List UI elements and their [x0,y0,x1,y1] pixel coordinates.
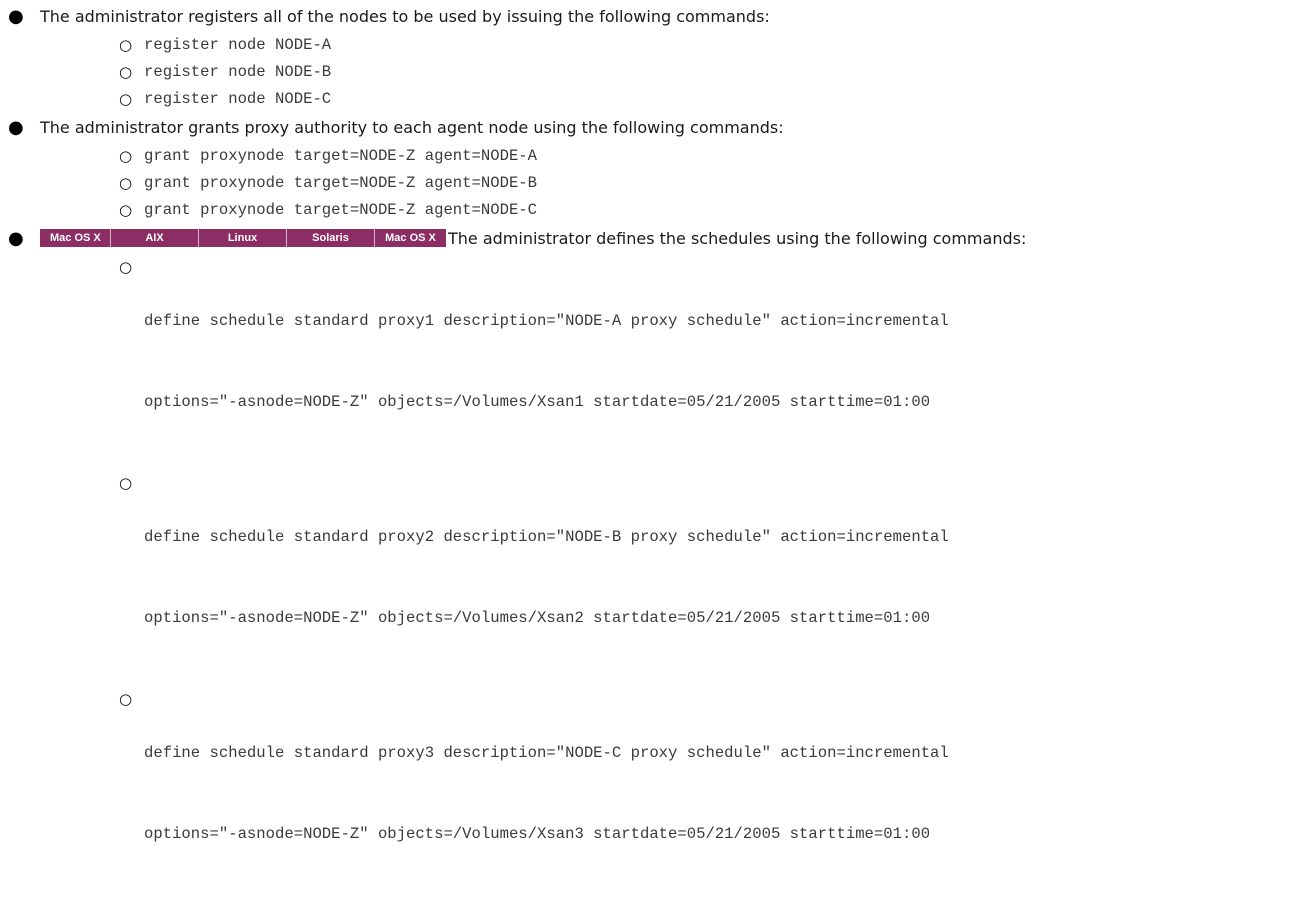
command-line: define schedule standard proxy3 descript… [144,744,949,762]
list-item-register-nodes: ● The administrator registers all of the… [0,2,1309,113]
section-intro: The administrator defines the schedules … [448,229,1027,248]
document-body: ● The administrator registers all of the… [0,0,1309,902]
list-item-define-schedules: ● Mac OS X AIX Linux Solaris Mac OS X Th… [0,224,1309,902]
section-intro: The administrator grants proxy authority… [40,118,784,137]
section-intro: The administrator registers all of the n… [40,7,770,26]
command-line: register node NODE-A [144,36,332,54]
circle-bullet-icon: ○ [119,258,133,276]
section-intro-row: Mac OS X AIX Linux Solaris Mac OS X The … [40,224,1309,254]
command-list: ○ define schedule standard proxy1 descri… [40,254,1309,902]
circle-bullet-icon: ○ [119,63,133,81]
command-line: grant proxynode target=NODE-Z agent=NODE… [144,174,538,192]
command-line: define schedule standard proxy1 descript… [144,312,949,330]
command-list: ○ register node NODE-A ○ register node N… [40,32,1309,113]
circle-bullet-icon: ○ [119,174,133,192]
platform-badge: Solaris [287,229,375,247]
command-item: ○ define schedule standard proxy3 descri… [40,686,1309,902]
platform-badge: Linux [199,229,287,247]
list-item-grant-proxy: ● The administrator grants proxy authori… [0,113,1309,224]
command-line: register node NODE-B [144,63,332,81]
platform-badge: Mac OS X [40,229,111,247]
command-line: grant proxynode target=NODE-Z agent=NODE… [144,147,538,165]
circle-bullet-icon: ○ [119,36,133,54]
command-item: ○ grant proxynode target=NODE-Z agent=NO… [40,170,1309,197]
platform-badge: AIX [111,229,199,247]
command-item: ○ define schedule standard proxy2 descri… [40,470,1309,686]
circle-bullet-icon: ○ [119,474,133,492]
command-line: options="-asnode=NODE-Z" objects=/Volume… [144,393,931,411]
circle-bullet-icon: ○ [119,201,133,219]
platform-badges: Mac OS X AIX Linux Solaris Mac OS X [40,229,446,247]
bullet-icon: ● [8,228,24,249]
command-line: grant proxynode target=NODE-Z agent=NODE… [144,201,538,219]
bullet-icon: ● [8,117,24,138]
command-item: ○ grant proxynode target=NODE-Z agent=NO… [40,197,1309,224]
command-line: options="-asnode=NODE-Z" objects=/Volume… [144,825,931,843]
command-list: ○ grant proxynode target=NODE-Z agent=NO… [40,143,1309,224]
command-item: ○ grant proxynode target=NODE-Z agent=NO… [40,143,1309,170]
circle-bullet-icon: ○ [119,90,133,108]
circle-bullet-icon: ○ [119,147,133,165]
command-line: define schedule standard proxy2 descript… [144,528,949,546]
command-item: ○ define schedule standard proxy1 descri… [40,254,1309,470]
command-item: ○ register node NODE-B [40,59,1309,86]
bullet-icon: ● [8,6,24,27]
command-item: ○ register node NODE-A [40,32,1309,59]
circle-bullet-icon: ○ [119,690,133,708]
command-item: ○ register node NODE-C [40,86,1309,113]
platform-badge: Mac OS X [375,229,446,247]
command-line: options="-asnode=NODE-Z" objects=/Volume… [144,609,931,627]
command-line: register node NODE-C [144,90,332,108]
instruction-list: ● The administrator registers all of the… [0,2,1309,902]
